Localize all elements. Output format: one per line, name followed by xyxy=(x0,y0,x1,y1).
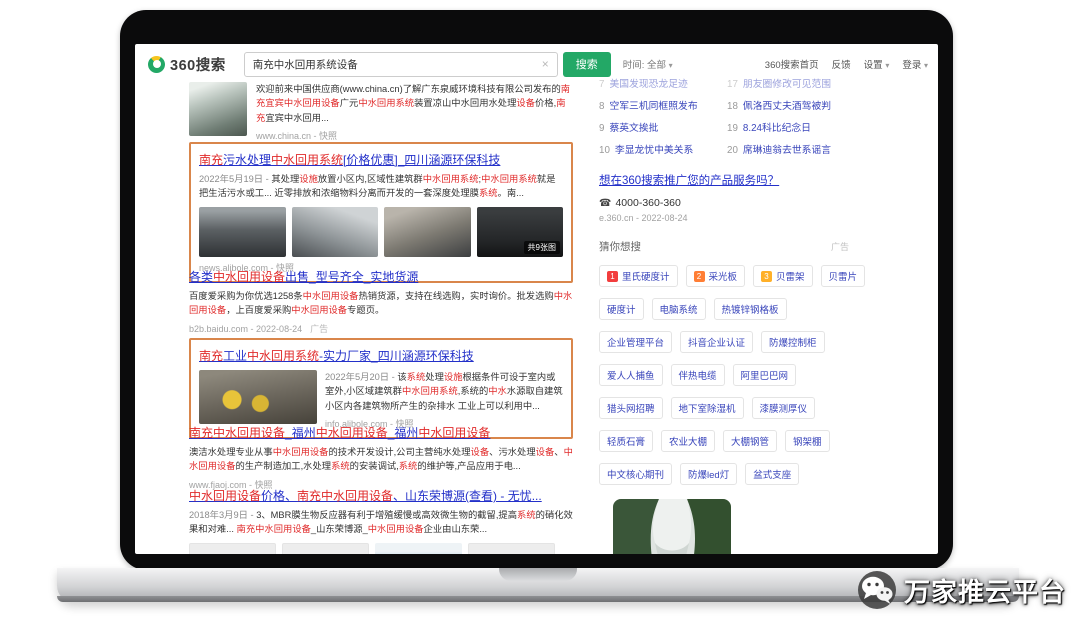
tag-item[interactable]: 1里氏硬度计 xyxy=(599,265,678,287)
wechat-icon xyxy=(857,570,897,610)
laptop-base-notch xyxy=(499,568,577,581)
tag-item[interactable]: 抖音企业认证 xyxy=(680,331,753,353)
highlighted-search-result: 南充污水处理中水回用系统[价格优惠]_四川涵源环保科技 2022年5月19日 -… xyxy=(189,142,573,283)
hot-search-item[interactable]: 18佩洛西丈夫酒驾被判 xyxy=(727,98,877,112)
result-thumbnail[interactable] xyxy=(384,207,471,257)
hot-search-item[interactable]: 17朋友圈修改可见范围 xyxy=(727,76,877,90)
result-text: 2022年5月20日 - 该系统处理设施根据条件可设于室内或室外,小区域建筑群中… xyxy=(325,370,563,430)
tag-item[interactable]: 盆式支座 xyxy=(745,463,799,485)
tag-item[interactable]: 爱人人捕鱼 xyxy=(599,364,663,386)
promo-source: e.360.cn - 2022-08-24 xyxy=(599,213,885,223)
logo-text: 360搜索 xyxy=(170,54,226,75)
result-thumbnail[interactable] xyxy=(189,543,276,554)
result-title-link[interactable]: 南充污水处理中水回用系统[价格优惠]_四川涵源环保科技 xyxy=(199,151,500,168)
tag-item[interactable]: 地下室除湿机 xyxy=(671,397,744,419)
rank-badge: 3 xyxy=(761,271,772,282)
search-result: 南充中水回用设备_福州中水回用设备_福州中水回用设备 澳洁水处理专业从事中水回用… xyxy=(189,424,573,491)
laptop-screen-bezel: 360搜索 × 搜索 时间: 全部 ▾ 360搜索首页 反馈 设置 ▾ 登录 ▾ xyxy=(120,10,953,570)
result-thumbnail[interactable] xyxy=(282,543,369,554)
hot-search-item[interactable]: 20席琳迪翁去世系谣言 xyxy=(727,142,877,156)
chevron-down-icon: ▾ xyxy=(924,61,928,70)
watermark: 万家推云平台 xyxy=(857,570,1066,610)
sidebar-scenic-image[interactable] xyxy=(613,499,731,554)
search-box[interactable]: × xyxy=(244,52,558,77)
hot-search-list: 7美国发现恐龙足迹 17朋友圈修改可见范围 8空军三机同框照发布 18佩洛西丈夫… xyxy=(599,76,885,156)
result-thumbnail[interactable] xyxy=(189,82,247,136)
hot-search-item[interactable]: 198.24科比纪念日 xyxy=(727,120,877,134)
tag-item[interactable]: 贝雷片 xyxy=(821,265,866,287)
image-count-badge: 共9张图 xyxy=(524,241,560,254)
result-title-link[interactable]: 各类中水回用设备出售_型号齐全_实地货源 xyxy=(189,268,418,285)
tag-item[interactable]: 钢架棚 xyxy=(785,430,830,452)
ad-search-result: 各类中水回用设备出售_型号齐全_实地货源 百度爱采购为你优选1258条中水回用设… xyxy=(189,268,573,335)
result-source: www.china.cn - 快照 xyxy=(256,129,573,142)
hot-search-item[interactable]: 10李显龙忧中美关系 xyxy=(599,142,727,156)
hot-search-item[interactable]: 8空军三机同框照发布 xyxy=(599,98,727,112)
result-snippet: 2022年5月20日 - 该系统处理设施根据条件可设于室内或室外,小区域建筑群中… xyxy=(325,370,563,413)
tag-item[interactable]: 防爆led灯 xyxy=(680,463,737,485)
result-thumbnail[interactable] xyxy=(468,543,555,554)
search-result: 欢迎前来中国供应商(www.china.cn)了解广东泉威环境科技有限公司发布的… xyxy=(189,82,573,142)
result-source: b2b.baidu.com - 2022-08-24广告 xyxy=(189,322,573,335)
chevron-down-icon: ▾ xyxy=(885,61,889,70)
tag-item[interactable]: 轻质石膏 xyxy=(599,430,653,452)
result-thumbnail[interactable] xyxy=(375,543,462,554)
suggest-title: 猜你想搜 xyxy=(599,239,641,254)
link-login[interactable]: 登录 ▾ xyxy=(902,57,928,71)
tag-item[interactable]: 农业大棚 xyxy=(661,430,715,452)
result-thumbnail[interactable] xyxy=(199,207,286,257)
rank-badge: 1 xyxy=(607,271,618,282)
suggest-header: 猜你想搜 广告 xyxy=(599,239,885,254)
360-logo-icon xyxy=(148,56,165,73)
result-thumbnail[interactable] xyxy=(292,207,379,257)
tag-item[interactable]: 漆膜测厚仪 xyxy=(752,397,816,419)
promo-title-link[interactable]: 想在360搜索推广您的产品服务吗？ xyxy=(599,175,779,187)
result-snippet: 澳洁水处理专业从事中水回用设备的技术开发设计,公司主营纯水处理设备、污水处理设备… xyxy=(189,445,573,474)
tag-item[interactable]: 中文核心期刊 xyxy=(599,463,672,485)
result-body: 2022年5月20日 - 该系统处理设施根据条件可设于室内或室外,小区域建筑群中… xyxy=(199,370,563,430)
page: 360搜索 × 搜索 时间: 全部 ▾ 360搜索首页 反馈 设置 ▾ 登录 ▾ xyxy=(0,0,1080,628)
phone-icon: ☎ xyxy=(599,198,611,209)
ad-label: 广告 xyxy=(831,240,849,253)
tag-item[interactable]: 热镀锌钢格板 xyxy=(714,298,787,320)
tag-item[interactable]: 硬度计 xyxy=(599,298,644,320)
result-title-link[interactable]: 中水回用设备价格、南充中水回用设备、山东荣博源(查看) - 无忧... xyxy=(189,487,542,504)
rank-badge: 2 xyxy=(694,271,705,282)
search-input[interactable] xyxy=(253,58,542,70)
tag-item[interactable]: 阿里巴巴网 xyxy=(733,364,797,386)
tag-item[interactable]: 防爆控制柜 xyxy=(761,331,825,353)
result-snippet: 2022年5月19日 - 其处理设施放置小区内,区域性建筑群中水回用系统;中水回… xyxy=(199,172,563,201)
promo-block: 想在360搜索推广您的产品服务吗？ ☎4000-360-360 e.360.cn… xyxy=(599,171,885,223)
result-title-link[interactable]: 南充中水回用设备_福州中水回用设备_福州中水回用设备 xyxy=(189,424,490,441)
result-thumbnails xyxy=(189,543,573,554)
clear-icon[interactable]: × xyxy=(542,57,549,71)
result-snippet: 百度爱采购为你优选1258条中水回用设备热销货源，支持在线选购，实时询价。批发选… xyxy=(189,289,573,318)
tag-item[interactable]: 大棚钢管 xyxy=(723,430,777,452)
360-search-logo[interactable]: 360搜索 xyxy=(148,54,226,75)
tag-item[interactable]: 电脑系统 xyxy=(652,298,706,320)
result-thumbnail[interactable] xyxy=(199,370,317,424)
search-result: 中水回用设备价格、南充中水回用设备、山东荣博源(查看) - 无忧... 2018… xyxy=(189,487,573,554)
tag-item[interactable]: 伴热电缆 xyxy=(671,364,725,386)
result-title-link[interactable]: 南充工业中水回用系统-实力厂家_四川涵源环保科技 xyxy=(199,347,474,364)
result-body: 欢迎前来中国供应商(www.china.cn)了解广东泉威环境科技有限公司发布的… xyxy=(256,82,573,142)
hot-search-item[interactable]: 9蔡英文挨批 xyxy=(599,120,727,134)
tag-item[interactable]: 3贝雷架 xyxy=(753,265,813,287)
watermark-label: 万家推云平台 xyxy=(904,572,1066,609)
tag-item[interactable]: 2采光板 xyxy=(686,265,746,287)
browser-viewport: 360搜索 × 搜索 时间: 全部 ▾ 360搜索首页 反馈 设置 ▾ 登录 ▾ xyxy=(135,44,938,554)
suggested-tags: 1里氏硬度计 2采光板 3贝雷架 贝雷片 硬度计 电脑系统 热镀锌钢格板 企业管… xyxy=(599,265,885,496)
hot-search-item[interactable]: 7美国发现恐龙足迹 xyxy=(599,76,727,90)
sidebar: 7美国发现恐龙足迹 17朋友圈修改可见范围 8空军三机同框照发布 18佩洛西丈夫… xyxy=(599,44,885,554)
tag-item[interactable]: 企业管理平台 xyxy=(599,331,672,353)
ad-label: 广告 xyxy=(310,324,328,334)
result-snippet: 2018年3月9日 - 3、MBR膜生物反应器有利于增殖缓慢或高效微生物的截留,… xyxy=(189,508,573,537)
tag-item[interactable]: 猎头网招聘 xyxy=(599,397,663,419)
result-thumbnail[interactable]: 共9张图 xyxy=(477,207,564,257)
promo-phone: ☎4000-360-360 xyxy=(599,197,885,209)
result-snippet: 欢迎前来中国供应商(www.china.cn)了解广东泉威环境科技有限公司发布的… xyxy=(256,82,573,125)
result-thumbnails: 共9张图 xyxy=(199,207,563,257)
